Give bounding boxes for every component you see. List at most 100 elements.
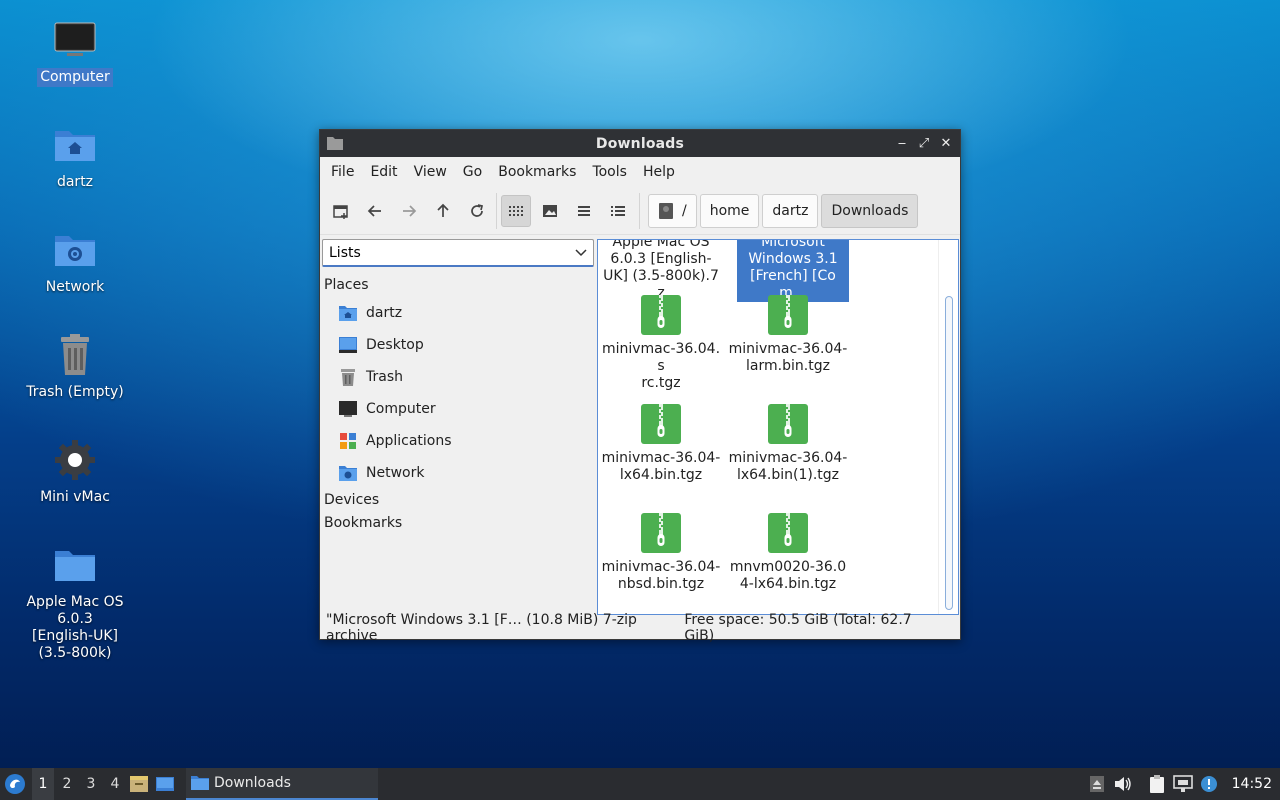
tray-eject[interactable]	[1084, 768, 1110, 800]
desktop-icon-label: dartz	[56, 174, 94, 190]
clock[interactable]: 14:52	[1222, 776, 1280, 792]
status-bar: "Microsoft Windows 3.1 [F… (10.8 MiB) 7-…	[320, 612, 960, 644]
minimize-button[interactable]: ‒	[894, 134, 910, 152]
sidebar-item-dartz[interactable]: dartz	[322, 297, 594, 329]
desktop-icon-label: Apple Mac OS 6.0.3 [English-UK] (3.5-800…	[26, 594, 124, 661]
sidebar-item-computer[interactable]: Computer	[322, 393, 594, 425]
file-item[interactable]: minivmac-36.04.s rc.tgz	[600, 294, 722, 392]
workspace-2[interactable]: 2	[56, 768, 78, 800]
sidebar-item-desktop[interactable]: Desktop	[322, 329, 594, 361]
desktop-icon-computer[interactable]: Computer	[15, 16, 135, 87]
thumbnail-view-icon	[543, 204, 557, 217]
applications-icon	[338, 431, 358, 451]
breadcrumb-label: /	[682, 202, 687, 219]
workspace-4[interactable]: 4	[104, 768, 126, 800]
close-icon: ✕	[940, 135, 952, 151]
trash-icon	[51, 331, 99, 379]
new-tab-button[interactable]	[326, 195, 356, 227]
computer-icon	[51, 16, 99, 64]
reload-button[interactable]	[462, 195, 492, 227]
workspace-3[interactable]: 3	[80, 768, 102, 800]
desktop-icon-label: Trash (Empty)	[26, 384, 124, 400]
menu-help[interactable]: Help	[635, 164, 683, 180]
window-title: Downloads	[595, 135, 685, 152]
thumbnail-view-button[interactable]	[535, 195, 565, 227]
compact-view-icon	[578, 205, 590, 216]
back-button[interactable]	[360, 195, 390, 227]
task-downloads[interactable]: Downloads	[186, 768, 378, 800]
menu-go[interactable]: Go	[455, 164, 490, 180]
trash-icon	[338, 367, 358, 387]
up-button[interactable]	[428, 195, 458, 227]
places-header[interactable]: Places	[322, 277, 594, 293]
desktop-icon-label: Computer	[37, 68, 113, 87]
toolbar-separator	[496, 192, 497, 229]
forward-button[interactable]	[394, 195, 424, 227]
menu-bookmarks[interactable]: Bookmarks	[490, 164, 584, 180]
file-item[interactable]: minivmac-36.04- nbsd.bin.tgz	[600, 512, 722, 593]
quicklaunch-file-manager[interactable]	[126, 768, 152, 800]
file-item[interactable]: mnvm0020-36.0 4-lx64.bin.tgz	[727, 512, 849, 593]
breadcrumb-downloads[interactable]: Downloads	[821, 193, 919, 228]
breadcrumb-label: Downloads	[831, 202, 909, 219]
sidebar-mode-value: Lists	[329, 244, 361, 261]
breadcrumb: / home dartz Downloads	[648, 193, 919, 228]
file-item[interactable]: minivmac-36.04- lx64.bin.tgz	[600, 403, 722, 484]
breadcrumb-label: home	[709, 202, 750, 219]
file-name: Apple Mac OS 6.0.3 [English- UK] (3.5-800k…	[603, 239, 719, 301]
toolbar: / home dartz Downloads	[320, 187, 960, 235]
title-bar[interactable]: Downloads ‒ ⤢ ✕	[320, 130, 960, 157]
desktop-icon-minivmac[interactable]: Mini vMac	[15, 436, 135, 507]
menu-edit[interactable]: Edit	[362, 164, 405, 180]
desktop-icon-trash[interactable]: Trash (Empty)	[15, 331, 135, 402]
menu-tools[interactable]: Tools	[584, 164, 635, 180]
sidebar-item-network[interactable]: Network	[322, 457, 594, 489]
devices-header[interactable]: Devices	[322, 489, 594, 512]
tray-volume[interactable]	[1110, 768, 1136, 800]
free-space-status: Free space: 50.5 GiB (Total: 62.7 GiB)	[684, 611, 912, 644]
desktop-icon-folder[interactable]: Apple Mac OS 6.0.3 [English-UK] (3.5-800…	[15, 541, 135, 663]
bookmarks-header[interactable]: Bookmarks	[322, 512, 594, 535]
file-item[interactable]: minivmac-36.04- lx64.bin(1).tgz	[727, 403, 849, 484]
breadcrumb-home[interactable]: home	[699, 193, 760, 228]
folder-icon	[191, 776, 209, 790]
maximize-icon: ⤢	[918, 135, 930, 151]
breadcrumb-dartz[interactable]: dartz	[762, 193, 819, 228]
system-tray: 14:52	[1084, 768, 1280, 800]
desktop-icon-home[interactable]: dartz	[15, 121, 135, 192]
tray-clipboard[interactable]	[1144, 768, 1170, 800]
archive-icon	[641, 513, 681, 553]
sidebar-item-trash[interactable]: Trash	[322, 361, 594, 393]
compact-view-button[interactable]	[569, 195, 599, 227]
menu-file[interactable]: File	[323, 164, 362, 180]
file-item[interactable]: Apple Mac OS 6.0.3 [English- UK] (3.5-800k…	[600, 239, 722, 302]
menu-view[interactable]: View	[406, 164, 455, 180]
network-icon	[1172, 775, 1193, 792]
tray-updates[interactable]	[1196, 768, 1222, 800]
clipboard-icon	[1149, 775, 1164, 793]
sidebar-item-label: dartz	[366, 305, 403, 321]
detailed-view-button[interactable]	[603, 195, 633, 227]
archive-icon	[768, 404, 808, 444]
file-item-selected[interactable]: Microsoft Windows 3.1 [French] [Com…	[732, 240, 854, 302]
file-view[interactable]: Apple Mac OS 6.0.3 [English- UK] (3.5-800k…	[597, 239, 959, 615]
tray-network[interactable]	[1170, 768, 1196, 800]
icon-view-button[interactable]	[501, 194, 531, 227]
maximize-button[interactable]: ⤢	[916, 134, 932, 152]
quicklaunch-desktop[interactable]	[152, 768, 178, 800]
desktop-icon-network[interactable]: Network	[15, 226, 135, 297]
file-name: minivmac-36.04- lx64.bin(1).tgz	[728, 450, 848, 483]
sidebar-mode-select[interactable]: Lists	[322, 239, 594, 267]
minimize-icon: ‒	[897, 135, 907, 151]
start-menu-button[interactable]	[0, 768, 30, 800]
sidebar-item-label: Network	[366, 465, 425, 481]
vertical-scrollbar[interactable]	[938, 240, 958, 614]
scrollbar-thumb[interactable]	[945, 296, 953, 610]
close-button[interactable]: ✕	[938, 134, 954, 152]
file-item[interactable]: minivmac-36.04- larm.bin.tgz	[727, 294, 849, 375]
gear-icon	[51, 436, 99, 484]
workspace-1[interactable]: 1	[32, 768, 54, 800]
sidebar-item-applications[interactable]: Applications	[322, 425, 594, 457]
breadcrumb-root[interactable]: /	[648, 193, 697, 228]
home-folder-icon	[51, 121, 99, 169]
